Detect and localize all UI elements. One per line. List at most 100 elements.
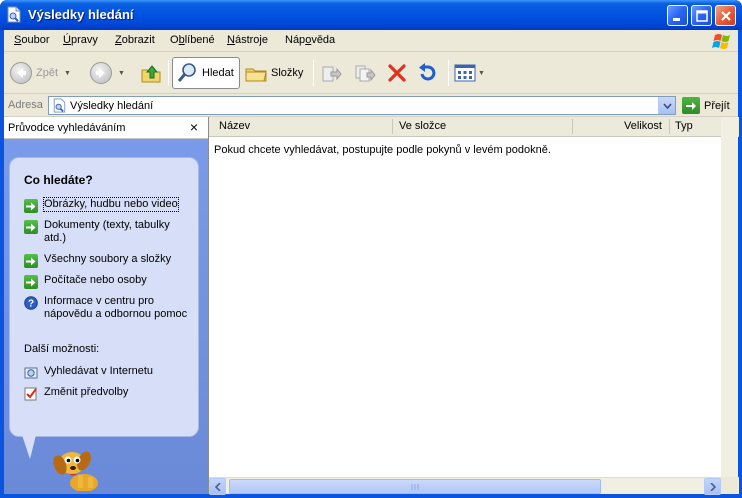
- minimize-button[interactable]: [667, 5, 688, 26]
- green-arrow-icon: [24, 254, 38, 268]
- maximize-button[interactable]: [691, 5, 712, 26]
- green-arrow-icon: [24, 220, 38, 234]
- forward-button[interactable]: ▼: [90, 57, 125, 89]
- copy-to-icon: [355, 65, 376, 82]
- scroll-thumb[interactable]: [229, 479, 601, 494]
- vertical-scrollbar[interactable]: [721, 117, 738, 477]
- option-computers-people[interactable]: Počítače nebo osoby: [24, 274, 194, 289]
- views-dropdown-icon[interactable]: ▼: [478, 70, 485, 77]
- up-folder-button[interactable]: [140, 57, 162, 89]
- internet-search-icon: [24, 367, 38, 379]
- green-arrow-icon: [24, 199, 38, 213]
- title-bar[interactable]: Výsledky hledání: [0, 0, 742, 30]
- go-arrow-icon: [682, 97, 700, 114]
- go-label: Přejít: [704, 99, 730, 112]
- window-client-area: Soubor Úpravy Zobrazit Oblíbené Nástroje…: [4, 30, 739, 495]
- search-companion-title: Průvodce vyhledáváním: [8, 122, 126, 134]
- help-icon: ?: [24, 296, 38, 310]
- search-button[interactable]: Hledat: [172, 57, 240, 89]
- option-label: Změnit předvolby: [44, 386, 129, 398]
- menu-favorites[interactable]: Oblíbené: [170, 34, 215, 46]
- pane-close-button[interactable]: ×: [190, 119, 198, 135]
- results-instruction-text: Pokud chcete vyhledávat, postupujte podl…: [214, 144, 551, 156]
- column-type[interactable]: Typ: [675, 120, 693, 132]
- option-label: Informace v centru pro nápovědu a odborn…: [44, 295, 188, 320]
- column-name[interactable]: Název: [219, 120, 250, 132]
- menu-view[interactable]: Zobrazit: [115, 34, 155, 46]
- back-arrow-icon: [10, 62, 32, 84]
- chevron-right-icon: [709, 482, 716, 491]
- close-button[interactable]: [715, 5, 736, 26]
- green-arrow-icon: [24, 275, 38, 289]
- windows-logo-icon: [712, 34, 730, 49]
- search-dog-icon[interactable]: [48, 447, 112, 491]
- explorer-window: Výsledky hledání Soubor Úpravy Zobrazit …: [0, 0, 742, 498]
- menu-edit[interactable]: Úpravy: [63, 34, 98, 46]
- delete-icon: [388, 64, 406, 82]
- folders-label: Složky: [271, 67, 304, 79]
- search-options-bubble: Co hledáte? Obrázky, hudbu nebo video Do…: [9, 157, 199, 437]
- views-icon: [454, 64, 476, 82]
- address-label: Adresa: [8, 99, 43, 111]
- window-title: Výsledky hledání: [28, 7, 134, 22]
- up-folder-icon: [141, 65, 161, 83]
- undo-button[interactable]: [416, 57, 438, 89]
- copy-to-button[interactable]: [354, 57, 376, 89]
- search-companion-header: Průvodce vyhledáváním ×: [4, 117, 208, 139]
- column-divider[interactable]: [572, 119, 573, 134]
- delete-button[interactable]: [386, 57, 408, 89]
- option-pictures-music-video[interactable]: Obrázky, hudbu nebo video: [24, 197, 194, 213]
- back-label: Zpět: [36, 67, 59, 79]
- menu-file[interactable]: Soubor: [14, 34, 49, 46]
- search-question-heading: Co hledáte?: [24, 173, 93, 187]
- folders-icon: [245, 68, 267, 82]
- address-input[interactable]: Výsledky hledání: [48, 96, 676, 115]
- search-results-icon: [7, 6, 21, 23]
- minimize-icon: [673, 18, 680, 21]
- results-pane: Název Ve složce Velikost Typ Pokud chcet…: [208, 117, 739, 495]
- column-divider[interactable]: [669, 119, 670, 134]
- preferences-checkmark-icon: [24, 387, 37, 401]
- window-border-right: [738, 30, 742, 498]
- forward-dropdown-icon[interactable]: ▼: [118, 70, 125, 77]
- search-label: Hledat: [202, 67, 234, 79]
- toolbar-separator: [313, 60, 314, 86]
- address-bar: Adresa Výsledky hledání Přejít: [4, 95, 738, 117]
- column-divider[interactable]: [392, 119, 393, 134]
- undo-icon: [419, 63, 436, 81]
- toolbar-separator: [448, 60, 449, 86]
- address-value: Výsledky hledání: [70, 100, 154, 112]
- horizontal-scrollbar[interactable]: [209, 477, 739, 495]
- option-label: Všechny soubory a složky: [44, 253, 172, 265]
- search-icon: [177, 63, 196, 82]
- option-documents[interactable]: Dokumenty (texty, tabulky atd.): [24, 219, 194, 245]
- option-label: Obrázky, hudbu nebo video: [43, 197, 179, 212]
- chevron-down-icon: [662, 102, 672, 109]
- back-button[interactable]: Zpět ▼: [10, 57, 71, 89]
- option-change-preferences[interactable]: Změnit předvolby: [24, 386, 194, 401]
- toolbar-separator: [168, 60, 169, 86]
- address-dropdown-button[interactable]: [658, 97, 675, 114]
- go-button[interactable]: Přejít: [682, 96, 730, 115]
- folders-button[interactable]: Složky: [245, 57, 303, 89]
- move-to-icon: [322, 66, 342, 82]
- move-to-button[interactable]: [320, 57, 342, 89]
- scroll-left-button[interactable]: [209, 478, 226, 495]
- column-folder[interactable]: Ve složce: [399, 120, 446, 132]
- back-dropdown-icon[interactable]: ▼: [64, 70, 71, 77]
- views-button[interactable]: ▼: [454, 57, 485, 89]
- close-icon: [721, 11, 731, 21]
- option-all-files-folders[interactable]: Všechny soubory a složky: [24, 253, 194, 268]
- option-search-internet[interactable]: Vyhledávat v Internetu: [24, 365, 194, 380]
- bubble-tail: [22, 435, 36, 459]
- option-help-center[interactable]: ? Informace v centru pro nápovědu a odbo…: [24, 295, 194, 321]
- grip-icon: [411, 484, 419, 490]
- toolbar: Zpět ▼ ▼ Hledat Složky ▼: [4, 52, 738, 94]
- svg-text:?: ?: [28, 299, 34, 310]
- menu-tools[interactable]: Nástroje: [227, 34, 268, 46]
- menu-help[interactable]: Nápověda: [285, 34, 335, 46]
- resize-grip[interactable]: [721, 477, 738, 494]
- option-label: Dokumenty (texty, tabulky atd.): [44, 219, 170, 244]
- column-size[interactable]: Velikost: [624, 120, 662, 132]
- scroll-right-button[interactable]: [704, 478, 721, 495]
